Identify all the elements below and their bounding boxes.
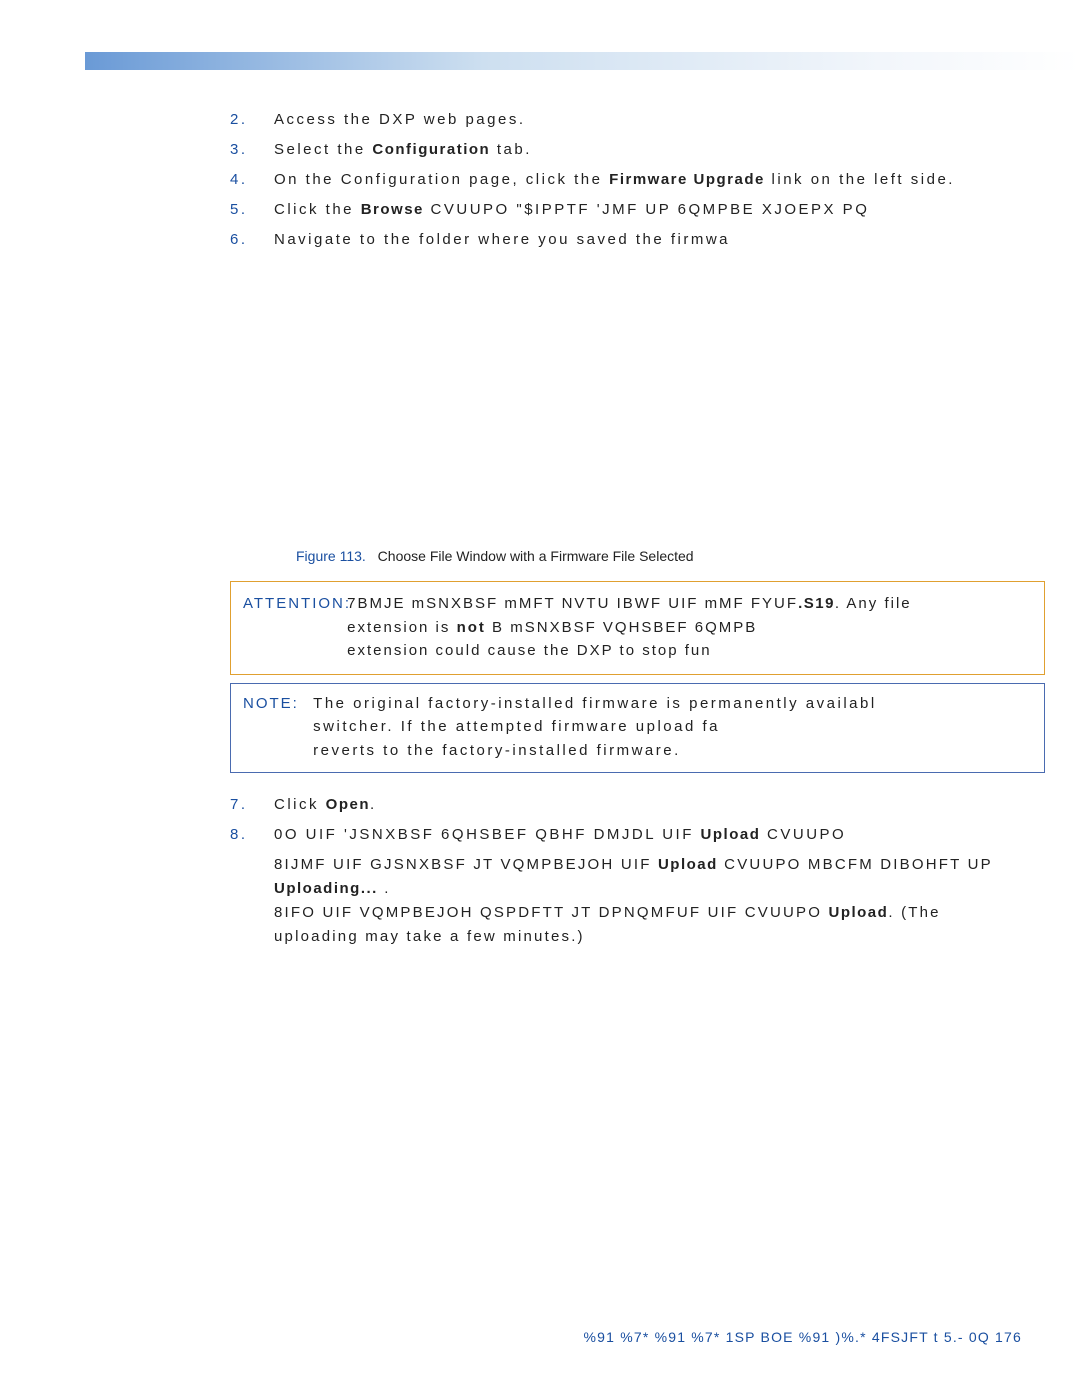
step-number: 2. xyxy=(230,108,248,132)
step-6: 6. Navigate to the folder where you save… xyxy=(230,228,1080,252)
note-line2: switcher. If the attempted firmware uplo… xyxy=(313,718,720,735)
attention-line2c: B mSNXBSF VQHSBEF 6QMPB xyxy=(486,619,757,636)
s8-line3: uploading may take a few minutes.) xyxy=(274,928,585,945)
figure-label: Figure 113. xyxy=(296,548,366,564)
s8-line1c: CVUUPO MBCFM DIBOHFT UP xyxy=(718,856,993,873)
attention-not: not xyxy=(457,619,486,636)
step-number: 5. xyxy=(230,198,248,222)
s8-upload2: Upload xyxy=(828,904,888,921)
attention-line1c: . Any file xyxy=(835,595,912,612)
step-bold: Configuration xyxy=(372,141,490,158)
step-text-post: CVUUPO "$IPPTF 'JMF UP 6QMPBE XJOEPX PQ xyxy=(424,201,869,218)
figure-text: Choose File Window with a Firmware File … xyxy=(378,548,694,564)
step-number: 6. xyxy=(230,228,248,252)
s8-uploading: Uploading... xyxy=(274,880,378,897)
step-bold: Open xyxy=(326,796,370,813)
attention-line3: extension could cause the DXP to stop fu… xyxy=(347,642,711,659)
figure-caption: Figure 113. Choose File Window with a Fi… xyxy=(296,545,1080,567)
attention-line1a: 7BMJE mSNXBSF mMFT NVTU IBWF UIF mMF FYU… xyxy=(347,595,798,612)
step-5: 5. Click the Browse CVUUPO "$IPPTF 'JMF … xyxy=(230,198,1080,222)
step-text-post: CVUUPO xyxy=(760,826,846,843)
step-7: 7. Click Open. xyxy=(230,793,1080,817)
note-label: NOTE: xyxy=(243,692,309,715)
figure-placeholder xyxy=(230,258,1080,533)
step-text-pre: 0O UIF 'JSNXBSF 6QHSBEF QBHF DMJDL UIF xyxy=(274,826,701,843)
attention-s19: .S19 xyxy=(798,595,835,612)
step-number: 8. xyxy=(230,823,248,847)
attention-text: 7BMJE mSNXBSF mMFT NVTU IBWF UIF mMF FYU… xyxy=(347,592,1027,662)
s8-line1a: 8IJMF UIF GJSNXBSF JT VQMPBEJOH UIF xyxy=(274,856,658,873)
step-8-body: 8IJMF UIF GJSNXBSF JT VQMPBEJOH UIF Uplo… xyxy=(230,853,1080,949)
step-text-post: tab. xyxy=(490,141,532,158)
note-line1: The original factory-installed firmware … xyxy=(313,695,877,712)
note-line3: reverts to the factory-installed firmwar… xyxy=(313,742,681,759)
step-4: 4. On the Configuration page, click the … xyxy=(230,168,1080,192)
note-text: The original factory-installed firmware … xyxy=(313,692,1023,762)
attention-line2a: extension is xyxy=(347,619,456,636)
step-bold: Browse xyxy=(361,201,424,218)
instruction-steps: 2. Access the DXP web pages. 3. Select t… xyxy=(230,108,1080,252)
step-text-post: link on the left side. xyxy=(765,171,955,188)
s8-upload1: Upload xyxy=(658,856,718,873)
step-text: Access the DXP web pages. xyxy=(274,111,526,128)
step-text-pre: On the Configuration page, click the xyxy=(274,171,609,188)
s8-line2a: 8IFO UIF VQMPBEJOH QSPDFTT JT DPNQMFUF U… xyxy=(274,904,822,921)
main-content: 2. Access the DXP web pages. 3. Select t… xyxy=(230,108,1080,949)
step-3: 3. Select the Configuration tab. xyxy=(230,138,1080,162)
s8-line2c: . (The xyxy=(888,904,940,921)
attention-label: ATTENTION: xyxy=(243,592,343,615)
note-box: NOTE: The original factory-installed fir… xyxy=(230,683,1045,773)
footer-text: %91 %7* %91 %7* 1SP BOE %91 )%.* 4FSJFT … xyxy=(583,1329,1022,1345)
page-footer: %91 %7* %91 %7* 1SP BOE %91 )%.* 4FSJFT … xyxy=(0,1329,1022,1345)
step-text-pre: Click the xyxy=(274,201,361,218)
step-text: Navigate to the folder where you saved t… xyxy=(274,231,730,248)
step-number: 7. xyxy=(230,793,248,817)
s8-line1e: . xyxy=(378,880,391,897)
step-text-pre: Click xyxy=(274,796,326,813)
step-number: 4. xyxy=(230,168,248,192)
step-text-post: . xyxy=(370,796,377,813)
step-8: 8. 0O UIF 'JSNXBSF 6QHSBEF QBHF DMJDL UI… xyxy=(230,823,1080,847)
step-2: 2. Access the DXP web pages. xyxy=(230,108,1080,132)
header-gradient-band xyxy=(85,52,1080,70)
step-bold: Firmware Upgrade xyxy=(609,171,765,188)
step-bold: Upload xyxy=(701,826,761,843)
instruction-steps-cont: 7. Click Open. 8. 0O UIF 'JSNXBSF 6QHSBE… xyxy=(230,793,1080,847)
step-text-pre: Select the xyxy=(274,141,372,158)
attention-box: ATTENTION: 7BMJE mSNXBSF mMFT NVTU IBWF … xyxy=(230,581,1045,675)
step-number: 3. xyxy=(230,138,248,162)
